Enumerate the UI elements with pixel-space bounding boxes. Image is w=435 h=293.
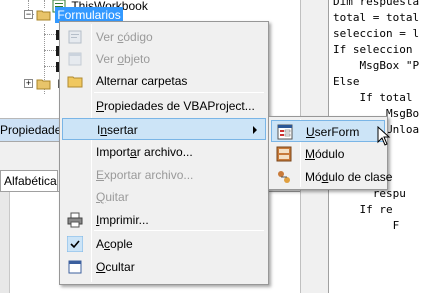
properties-title: Propiedades	[0, 123, 68, 137]
menu-separator	[94, 92, 264, 93]
menu-item-ver-objeto[interactable]: Ver objeto	[62, 48, 266, 70]
menu-item-quitar[interactable]: Quitar	[62, 186, 266, 208]
code-line: Dim respuesta	[333, 0, 420, 8]
code-line: If total	[333, 91, 413, 104]
menu-item-label: Propiedades de VBAProject...	[96, 99, 255, 113]
menu-item-ocultar[interactable]: Ocultar	[62, 256, 266, 278]
menu-item-insertar[interactable]: Insertar	[62, 118, 266, 140]
menu-item-acople[interactable]: Acople	[62, 233, 266, 255]
class-module-icon	[278, 171, 290, 183]
submenu-item-label: UserForm	[306, 125, 360, 139]
code-line: If re	[333, 203, 393, 216]
menu-item-label: Ver objeto	[96, 52, 151, 66]
menu-item-label: Insertar	[97, 123, 138, 137]
insert-submenu: UserForm Módulo Módulo de clase	[268, 116, 392, 190]
code-line: total = total	[333, 11, 420, 24]
menu-item-label: Ocultar	[96, 260, 135, 274]
tab-alfabetica[interactable]: Alfabética	[0, 170, 58, 192]
form-icon	[68, 52, 82, 66]
folder-icon	[36, 79, 51, 90]
menu-item-alternar-carpetas[interactable]: Alternar carpetas	[62, 70, 266, 92]
menu-item-label: Importar archivo...	[96, 145, 193, 159]
window-icon	[68, 260, 82, 274]
check-icon	[67, 236, 83, 252]
menu-item-exportar-archivo[interactable]: Exportar archivo...	[62, 164, 266, 186]
code-line: Else	[333, 75, 360, 88]
submenu-item-label: Módulo de clase	[305, 170, 393, 184]
userform-icon	[277, 124, 293, 140]
tree-line	[44, 34, 56, 35]
menu-item-label: Acople	[96, 237, 133, 251]
menu-item-label: Ver código	[96, 30, 153, 44]
code-line: If seleccion	[333, 43, 413, 56]
code-line: MsgBox "P	[333, 59, 420, 72]
collapse-toggle-icon[interactable]: −	[24, 10, 33, 19]
submenu-item-userform[interactable]: UserForm	[271, 120, 385, 142]
submenu-item-módulo-de-clase[interactable]: Módulo de clase	[271, 166, 392, 188]
menu-item-label: Exportar archivo...	[96, 168, 194, 182]
mouse-cursor-icon	[377, 126, 391, 146]
submenu-item-label: Módulo	[305, 147, 345, 161]
menu-item-label: Alternar carpetas	[96, 74, 188, 88]
tree-line	[44, 66, 56, 67]
code-line: seleccion = l	[333, 27, 420, 40]
properties-scrollbar[interactable]	[0, 192, 10, 293]
module-icon	[276, 146, 292, 162]
menu-item-imprimir[interactable]: Imprimir...	[62, 209, 266, 231]
expand-toggle-icon[interactable]: +	[24, 79, 33, 88]
tree-line	[44, 50, 56, 51]
menu-item-importar-archivo[interactable]: Importar archivo...	[62, 141, 266, 163]
menu-item-propiedades-de-vbaproject[interactable]: Propiedades de VBAProject...	[62, 95, 266, 117]
menu-item-label: Imprimir...	[96, 213, 149, 227]
menu-item-label: Quitar	[96, 190, 129, 204]
tab-label: Alfabética	[4, 174, 57, 188]
submenu-item-módulo[interactable]: Módulo	[271, 143, 385, 165]
folder-open-icon	[36, 10, 51, 21]
context-menu: Ver código Ver objeto Alternar carpetas Pro…	[59, 21, 269, 285]
menu-item-ver-código[interactable]: Ver código	[62, 26, 266, 48]
code-line: F	[333, 219, 400, 232]
code-icon	[68, 30, 82, 44]
folder-icon	[67, 76, 83, 88]
submenu-arrow-icon	[253, 126, 257, 134]
printer-icon	[67, 212, 83, 228]
